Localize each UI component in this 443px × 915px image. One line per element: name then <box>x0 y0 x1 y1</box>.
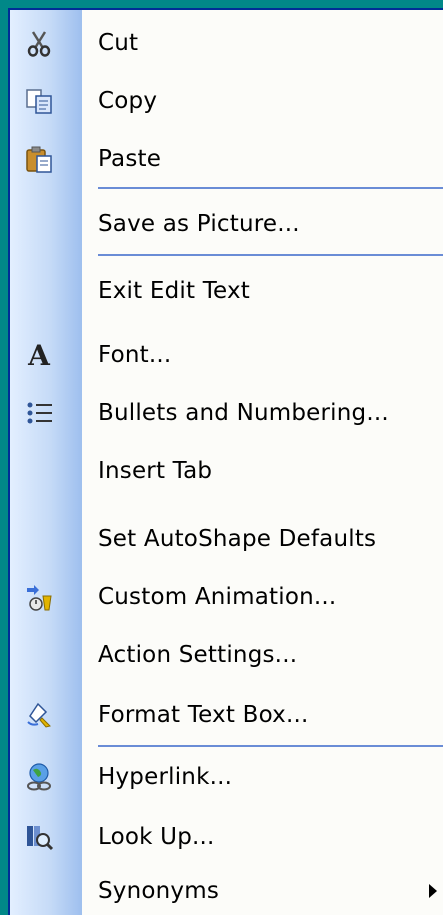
scissors-icon <box>22 26 56 60</box>
menu-item-insert-tab[interactable]: Insert Tab <box>10 442 443 500</box>
bullets-icon <box>22 396 56 430</box>
copy-icon <box>22 84 56 118</box>
menu-item-action-settings[interactable]: Action Settings... <box>10 626 443 684</box>
menu-item-save-as-picture[interactable]: Save as Picture... <box>10 195 443 253</box>
menu-separator <box>98 745 443 747</box>
menu-item-label: Action Settings... <box>98 642 298 668</box>
menu-item-font[interactable]: A Font... <box>10 326 443 384</box>
format-icon <box>22 698 56 732</box>
menu-item-label: Bullets and Numbering... <box>98 400 389 426</box>
menu-item-hyperlink[interactable]: Hyperlink... <box>10 748 443 806</box>
menu-item-synonyms[interactable]: Synonyms <box>10 862 443 915</box>
menu-item-copy[interactable]: Copy <box>10 72 443 130</box>
animation-icon <box>22 580 56 614</box>
menu-item-format-text-box[interactable]: Format Text Box... <box>10 686 443 744</box>
menu-separator <box>98 254 443 256</box>
menu-item-look-up[interactable]: Look Up... <box>10 808 443 866</box>
menu-item-label: Font... <box>98 342 172 368</box>
submenu-arrow-icon <box>429 884 437 898</box>
menu-item-label: Cut <box>98 30 139 56</box>
lookup-icon <box>22 820 56 854</box>
menu-item-paste[interactable]: Paste <box>10 130 443 188</box>
menu-item-label: Set AutoShape Defaults <box>98 526 377 552</box>
menu-item-label: Custom Animation... <box>98 584 337 610</box>
menu-item-exit-edit-text[interactable]: Exit Edit Text <box>10 262 443 320</box>
hyperlink-icon <box>22 760 56 794</box>
menu-item-label: Insert Tab <box>98 458 213 484</box>
context-menu: Cut Copy Paste Save as Picture... Exit E… <box>8 8 443 915</box>
menu-item-set-autoshape-defaults[interactable]: Set AutoShape Defaults <box>10 510 443 568</box>
menu-item-cut[interactable]: Cut <box>10 14 443 72</box>
menu-item-bullets-and-numbering[interactable]: Bullets and Numbering... <box>10 384 443 442</box>
paste-icon <box>22 142 56 176</box>
menu-separator <box>98 187 443 189</box>
menu-item-label: Synonyms <box>98 878 220 904</box>
menu-item-label: Format Text Box... <box>98 702 309 728</box>
menu-item-custom-animation[interactable]: Custom Animation... <box>10 568 443 626</box>
menu-item-label: Exit Edit Text <box>98 278 251 304</box>
menu-item-label: Save as Picture... <box>98 211 300 237</box>
menu-item-label: Copy <box>98 88 158 114</box>
font-icon: A <box>28 338 50 372</box>
menu-item-label: Hyperlink... <box>98 764 233 790</box>
menu-item-label: Look Up... <box>98 824 215 850</box>
menu-item-label: Paste <box>98 146 162 172</box>
